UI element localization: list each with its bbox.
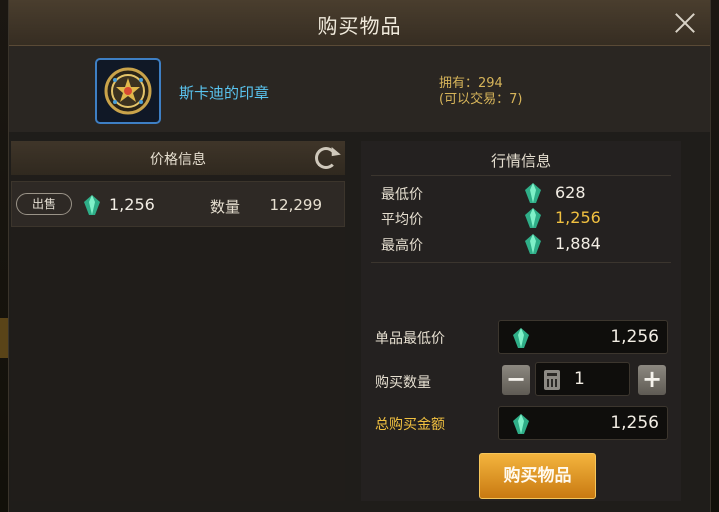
item-summary: 斯卡迪的印章 拥有：294 (可以交易：7) xyxy=(9,46,710,132)
total-price-field: 1,256 xyxy=(498,406,668,440)
background-tab-edge xyxy=(0,318,8,358)
stat-label: 最高价 xyxy=(381,238,423,254)
gem-currency-icon xyxy=(525,234,541,254)
stat-value: 628 xyxy=(555,183,586,202)
stat-label: 最低价 xyxy=(381,187,423,203)
calculator-icon[interactable] xyxy=(544,370,560,390)
market-divider xyxy=(371,262,671,263)
tradable-count: (可以交易：7) xyxy=(439,92,523,107)
stat-value: 1,884 xyxy=(555,234,601,253)
dialog-titlebar: 购买物品 xyxy=(9,0,710,46)
decrement-button[interactable]: − xyxy=(502,365,530,395)
refresh-icon[interactable] xyxy=(315,147,337,169)
gem-currency-icon xyxy=(513,414,529,434)
market-divider xyxy=(371,175,671,176)
item-name: 斯卡迪的印章 xyxy=(179,84,270,102)
market-info-title: 行情信息 xyxy=(490,152,551,170)
gem-currency-icon xyxy=(525,183,541,203)
quantity-input[interactable]: 1 xyxy=(574,369,585,389)
price-info-header: 价格信息 xyxy=(11,141,345,175)
unit-min-price-label: 单品最低价 xyxy=(375,331,445,347)
total-price-value: 1,256 xyxy=(610,413,659,433)
price-info-title: 价格信息 xyxy=(150,152,206,168)
buy-item-button[interactable]: 购买物品 xyxy=(479,453,596,499)
seal-medallion-icon[interactable] xyxy=(95,58,161,124)
quantity-label: 购买数量 xyxy=(375,375,431,391)
stat-row-average: 平均价 1,256 xyxy=(361,206,681,230)
total-price-label: 总购买金额 xyxy=(375,417,445,433)
unit-min-price-field: 1,256 xyxy=(498,320,668,354)
stat-row-min: 最低价 628 xyxy=(361,181,681,205)
price-info-panel: 价格信息 出售 1,256 数量 12,299 xyxy=(11,141,345,501)
stat-row-max: 最高价 1,884 xyxy=(361,232,681,256)
dialog-title: 购买物品 xyxy=(317,14,402,38)
stat-label: 平均价 xyxy=(381,212,423,228)
quantity-field[interactable]: 1 xyxy=(535,362,630,396)
owned-count: 拥有：294 xyxy=(439,76,503,91)
listing-quantity: 12,299 xyxy=(269,196,323,214)
sell-badge: 出售 xyxy=(16,193,72,215)
item-ownership: 拥有：294 (可以交易：7) xyxy=(439,76,522,108)
increment-button[interactable]: + xyxy=(638,365,666,395)
gem-currency-icon xyxy=(84,195,100,215)
gem-currency-icon xyxy=(513,328,529,348)
unit-min-price-value: 1,256 xyxy=(610,327,659,347)
stat-value: 1,256 xyxy=(555,208,601,227)
listing-quantity-label: 数量 xyxy=(210,198,241,216)
close-icon[interactable] xyxy=(672,10,698,36)
listing-price: 1,256 xyxy=(109,195,155,214)
listing-row[interactable]: 出售 1,256 数量 12,299 xyxy=(11,181,345,227)
gem-currency-icon xyxy=(525,208,541,228)
